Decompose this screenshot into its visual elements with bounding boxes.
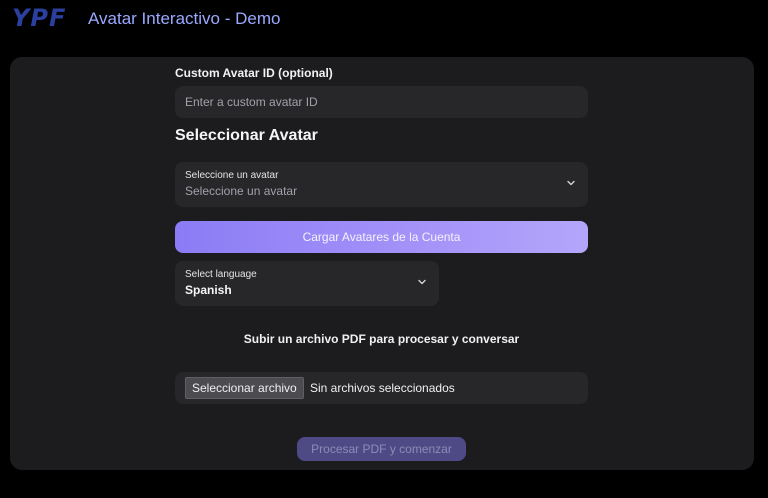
load-account-avatars-button[interactable]: Cargar Avatares de la Cuenta <box>175 221 588 253</box>
language-select-value: Spanish <box>185 283 232 297</box>
avatar-select-label: Seleccione un avatar <box>185 170 279 181</box>
language-select[interactable]: Select language Spanish <box>175 261 439 306</box>
custom-avatar-id-input[interactable] <box>175 86 588 118</box>
pdf-upload-instruction: Subir un archivo PDF para procesar y con… <box>243 332 520 346</box>
chevron-down-icon <box>567 180 575 186</box>
custom-avatar-id-label: Custom Avatar ID (optional) <box>175 66 333 80</box>
language-select-label: Select language <box>185 269 257 280</box>
app-header: YPF Avatar Interactivo - Demo <box>0 0 768 40</box>
chevron-down-icon <box>418 279 426 285</box>
avatar-select[interactable]: Seleccione un avatar Seleccione un avata… <box>175 162 588 207</box>
app-title: Avatar Interactivo - Demo <box>88 9 281 28</box>
avatar-select-value: Seleccione un avatar <box>185 184 298 198</box>
pdf-file-input[interactable]: Seleccionar archivo Sin archivos selecci… <box>175 372 588 404</box>
process-pdf-button[interactable]: Procesar PDF y comenzar <box>297 437 466 461</box>
select-avatar-heading: Seleccionar Avatar <box>175 127 318 144</box>
choose-file-button[interactable]: Seleccionar archivo <box>185 377 304 399</box>
ypf-logo: YPF <box>12 4 67 32</box>
file-status-text: Sin archivos seleccionados <box>310 381 455 395</box>
